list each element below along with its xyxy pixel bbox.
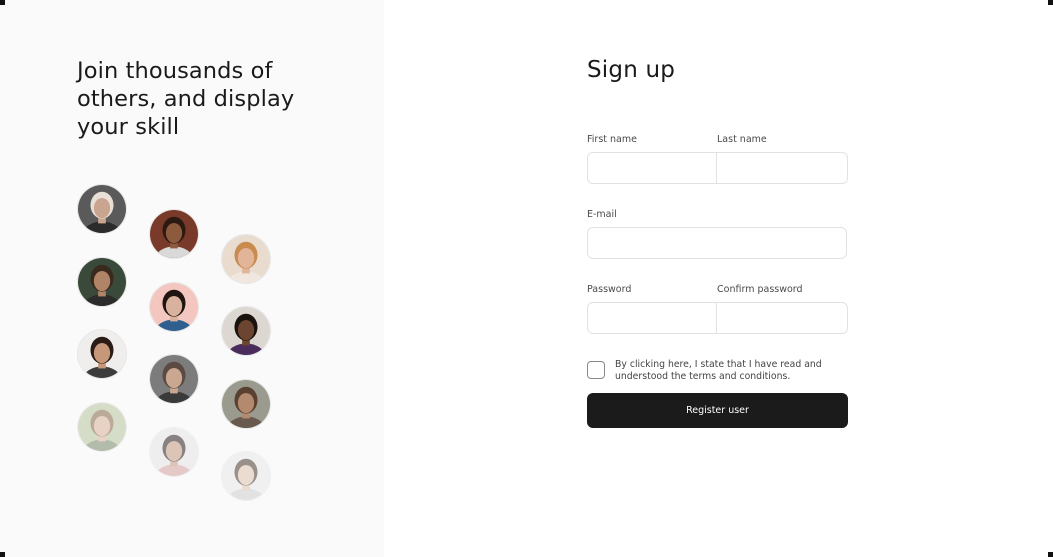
- first-name-label: First name: [587, 134, 637, 145]
- email-label: E-mail: [587, 209, 617, 220]
- avatar-portrait-icon: [222, 452, 270, 500]
- avatar-1: [77, 184, 127, 234]
- avatar-portrait-icon: [150, 210, 198, 258]
- email-input[interactable]: [587, 227, 847, 259]
- last-name-label: Last name: [717, 134, 767, 145]
- avatar-3: [221, 234, 271, 284]
- terms-checkbox[interactable]: [587, 361, 605, 379]
- avatar-12: [221, 451, 271, 501]
- confirm-password-input[interactable]: [716, 302, 848, 334]
- confirm-password-label: Confirm password: [717, 284, 803, 295]
- avatar-8: [149, 354, 199, 404]
- avatar-portrait-icon: [150, 283, 198, 331]
- form-title: Sign up: [587, 57, 676, 83]
- avatar-6: [221, 306, 271, 356]
- avatar-portrait-icon: [150, 355, 198, 403]
- terms-text: By clicking here, I state that I have re…: [615, 359, 822, 382]
- avatar-portrait-icon: [78, 403, 126, 451]
- avatar-portrait-icon: [150, 428, 198, 476]
- avatar-10: [77, 402, 127, 452]
- avatar-portrait-icon: [222, 307, 270, 355]
- last-name-input[interactable]: [716, 152, 848, 184]
- avatar-portrait-icon: [222, 380, 270, 428]
- avatar-11: [149, 427, 199, 477]
- headline: Join thousands of others, and display yo…: [77, 58, 295, 140]
- corner-mark-top-left: [0, 0, 5, 5]
- avatar-4: [77, 257, 127, 307]
- avatar-5: [149, 282, 199, 332]
- avatar-portrait-icon: [78, 185, 126, 233]
- avatar-portrait-icon: [222, 235, 270, 283]
- right-panel: [384, 0, 1053, 557]
- avatar-portrait-icon: [78, 330, 126, 378]
- password-label: Password: [587, 284, 632, 295]
- corner-mark-bottom-right: [1048, 552, 1053, 557]
- register-button[interactable]: Register user: [587, 393, 848, 428]
- corner-mark-bottom-left: [0, 552, 5, 557]
- avatar-2: [149, 209, 199, 259]
- password-input[interactable]: [587, 302, 717, 334]
- avatar-portrait-icon: [78, 258, 126, 306]
- avatar-7: [77, 329, 127, 379]
- first-name-input[interactable]: [587, 152, 717, 184]
- corner-mark-top-right: [1048, 0, 1053, 5]
- avatar-9: [221, 379, 271, 429]
